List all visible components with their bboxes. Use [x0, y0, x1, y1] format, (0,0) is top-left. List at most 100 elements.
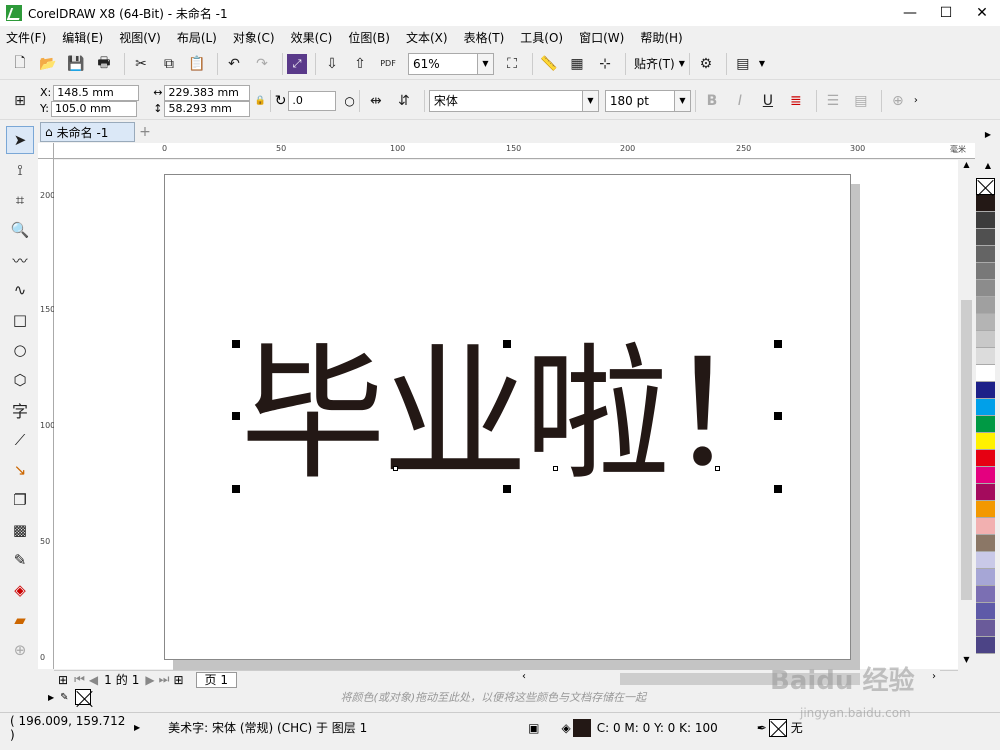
color-swatch[interactable] — [976, 552, 995, 569]
text-tool-icon[interactable]: 字 — [6, 396, 34, 424]
color-swatch[interactable] — [976, 620, 995, 637]
fill-color-swatch[interactable] — [572, 718, 591, 737]
x-position-field[interactable]: 148.5 mm — [53, 84, 140, 101]
chevron-right-icon[interactable]: ▶ — [976, 130, 1000, 139]
save-icon[interactable]: 💾 — [64, 52, 88, 76]
character-node[interactable] — [715, 466, 720, 471]
chevron-down-icon[interactable]: ▼ — [581, 90, 598, 111]
chevron-up-icon[interactable]: ▲ — [958, 160, 975, 174]
menu-effects[interactable]: 效果(C) — [291, 29, 333, 46]
color-swatch[interactable] — [976, 501, 995, 518]
lock-ratio-icon[interactable]: 🔒 — [254, 96, 265, 106]
mirror-vertical-icon[interactable]: ⇵ — [392, 89, 416, 113]
color-swatch[interactable] — [976, 518, 995, 535]
selection-handle-bottom-center[interactable] — [503, 485, 511, 493]
import-icon[interactable]: ⇩ — [320, 52, 344, 76]
menu-edit[interactable]: 编辑(E) — [62, 29, 103, 46]
text-properties-icon[interactable]: ≣ — [784, 89, 808, 113]
drop-shadow-tool-icon[interactable]: ❐ — [6, 486, 34, 514]
chevron-right-icon[interactable]: › — [932, 671, 936, 682]
eyedropper-tool-icon[interactable]: ✎ — [6, 546, 34, 574]
selection-handle-bottom-right[interactable] — [774, 485, 782, 493]
transparency-tool-icon[interactable]: ▩ — [6, 516, 34, 544]
search-content-icon[interactable]: ⤢ — [287, 53, 307, 74]
rectangle-tool-icon[interactable]: □ — [6, 306, 34, 334]
menu-view[interactable]: 视图(V) — [119, 29, 161, 46]
color-swatch[interactable] — [976, 586, 995, 603]
color-swatch[interactable] — [976, 535, 995, 552]
undo-icon[interactable]: ↶ — [222, 52, 246, 76]
menu-tools[interactable]: 工具(O) — [520, 29, 563, 46]
ruler-origin[interactable] — [38, 143, 54, 159]
color-swatch[interactable] — [976, 467, 995, 484]
chevron-down-icon[interactable]: ▼ — [958, 655, 975, 669]
color-swatch[interactable] — [976, 382, 995, 399]
outline-color-swatch[interactable] — [768, 718, 787, 737]
parallel-dimension-tool-icon[interactable]: ⟋ — [6, 426, 34, 454]
drawing-canvas[interactable]: 毕业啦！ ▲ ▼ — [54, 160, 975, 670]
underline-button[interactable]: U — [756, 89, 780, 113]
menu-layout[interactable]: 布局(L) — [177, 29, 217, 46]
shape-tool-icon[interactable]: ⟟ — [6, 156, 34, 184]
add-page-after-icon[interactable]: ⊞ — [173, 673, 183, 687]
color-swatch[interactable] — [976, 212, 995, 229]
color-swatch[interactable] — [976, 348, 995, 365]
next-page-icon[interactable]: ▶ — [145, 673, 154, 687]
font-list-select[interactable]: 宋体 ▼ — [428, 89, 599, 112]
chevron-right-icon[interactable]: ▶ — [134, 723, 140, 732]
no-color-swatch[interactable] — [976, 178, 995, 195]
add-page-icon[interactable]: ⊞ — [58, 673, 68, 687]
drop-cap-icon[interactable]: ▤ — [849, 89, 873, 113]
color-proof-icon[interactable]: ▣ — [528, 721, 539, 735]
color-swatch[interactable] — [976, 297, 995, 314]
color-swatch[interactable] — [976, 569, 995, 586]
application-launcher-icon[interactable]: ▤ — [731, 52, 755, 76]
chevron-left-icon[interactable]: ‹ — [522, 671, 526, 682]
pick-tool-icon[interactable]: ➤ — [6, 126, 34, 154]
color-swatch[interactable] — [976, 484, 995, 501]
italic-button[interactable]: I — [728, 89, 752, 113]
chevron-down-icon[interactable]: ▼ — [477, 53, 493, 74]
snap-to-button[interactable]: 贴齐(T) — [634, 55, 675, 72]
color-swatch[interactable] — [976, 433, 995, 450]
menu-table[interactable]: 表格(T) — [464, 29, 505, 46]
character-node[interactable] — [553, 466, 558, 471]
redo-icon[interactable]: ↷ — [250, 52, 274, 76]
color-swatch[interactable] — [976, 280, 995, 297]
open-icon[interactable]: 📂 — [36, 52, 60, 76]
polygon-tool-icon[interactable]: ⬡ — [6, 366, 34, 394]
add-tab-icon[interactable]: + — [137, 124, 153, 140]
rotation-angle-field[interactable]: .0 — [288, 90, 337, 111]
menu-file[interactable]: 文件(F) — [6, 29, 46, 46]
show-guidelines-icon[interactable]: ⊹ — [593, 52, 617, 76]
freehand-tool-icon[interactable]: 〰 — [6, 246, 34, 274]
smart-fill-tool-icon[interactable]: ▰ — [6, 606, 34, 634]
menu-bitmaps[interactable]: 位图(B) — [348, 29, 390, 46]
tab-document[interactable]: ⌂ 未命名 -1 — [40, 122, 135, 142]
color-swatch[interactable] — [976, 450, 995, 467]
chevron-down-icon[interactable]: ▼ — [759, 59, 765, 68]
selection-handle-middle-left[interactable] — [232, 412, 240, 420]
color-swatch[interactable] — [976, 195, 995, 212]
color-swatch[interactable] — [976, 314, 995, 331]
menu-text[interactable]: 文本(X) — [406, 29, 448, 46]
chevron-right-icon[interactable]: ▶ — [48, 693, 54, 702]
horizontal-ruler[interactable]: 0 50 100 150 200 250 300 毫米 — [54, 143, 975, 159]
color-swatch[interactable] — [976, 229, 995, 246]
color-swatch[interactable] — [976, 365, 995, 382]
selection-handle-bottom-left[interactable] — [232, 485, 240, 493]
width-field[interactable]: 229.383 mm — [164, 84, 251, 101]
artistic-text-object[interactable]: 毕业啦！ — [240, 335, 812, 495]
selection-handle-top-center[interactable] — [503, 340, 511, 348]
color-swatch[interactable] — [976, 603, 995, 620]
vertical-scrollbar[interactable]: ▲ ▼ — [958, 160, 975, 669]
close-icon[interactable]: ✕ — [964, 0, 1000, 26]
character-node[interactable] — [393, 466, 398, 471]
selection-handle-top-left[interactable] — [232, 340, 240, 348]
color-swatch[interactable] — [976, 263, 995, 280]
object-origin-icon[interactable]: ⊞ — [8, 89, 32, 113]
page-tab-1[interactable]: 页 1 — [195, 671, 237, 688]
selection-handle-middle-right[interactable] — [774, 412, 782, 420]
height-field[interactable]: 58.293 mm — [164, 100, 251, 117]
zoom-level-select[interactable]: 61% ▼ — [408, 52, 494, 75]
